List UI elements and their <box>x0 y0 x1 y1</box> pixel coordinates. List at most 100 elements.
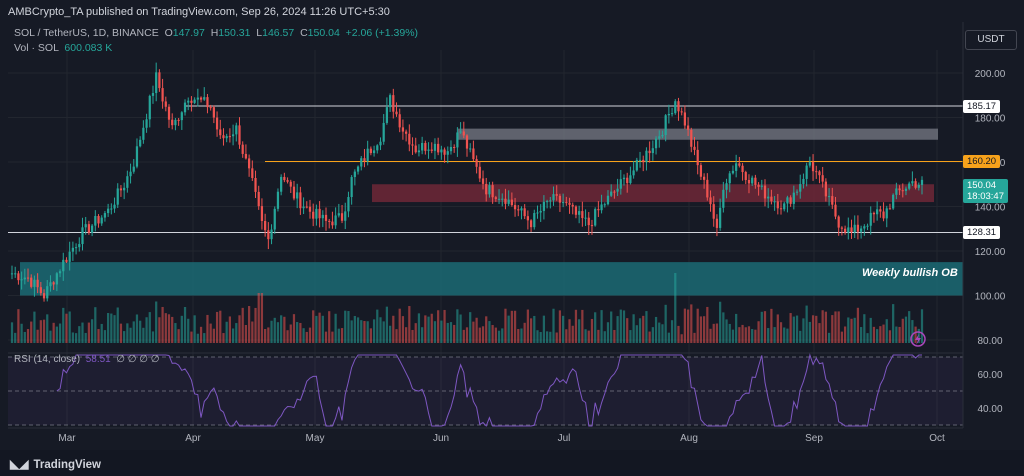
volume-bar-209 <box>680 334 683 343</box>
volume-bar-87 <box>289 324 292 343</box>
volume-bar-4 <box>23 331 26 343</box>
volume-bar-222 <box>722 312 725 343</box>
x-tick-Jul: Jul <box>558 433 571 444</box>
volume-bar-148 <box>485 316 488 343</box>
volume-bar-214 <box>696 308 699 343</box>
volume-bar-202 <box>658 322 661 343</box>
volume-bar-197 <box>642 315 645 343</box>
rsi-label[interactable]: RSI (14, close) <box>14 354 80 365</box>
brand[interactable]: ◣◢ TradingView <box>10 457 101 471</box>
volume-bar-141 <box>462 329 465 343</box>
candle-body-94 <box>312 211 315 219</box>
volume-bar-175 <box>571 325 574 343</box>
volume-legend: Vol · SOL 600.083 K <box>14 42 112 54</box>
volume-bar-69 <box>231 328 235 343</box>
volume-bar-93 <box>308 327 312 343</box>
volume-bar-14 <box>55 326 58 343</box>
volume-bar-92 <box>305 331 308 343</box>
candle-body-184 <box>600 204 603 211</box>
candle-body-215 <box>699 165 703 177</box>
volume-bar-178 <box>581 309 584 343</box>
candle-body-43 <box>148 95 151 120</box>
candle-body-45 <box>155 72 158 94</box>
candle-body-87 <box>289 181 292 187</box>
candle-body-119 <box>392 95 395 112</box>
volume-bar-71 <box>238 315 241 343</box>
volume-bar-1 <box>14 332 17 343</box>
volume-bar-241 <box>783 327 786 343</box>
volume-bar-238 <box>773 327 776 343</box>
volume-bar-276 <box>895 326 898 343</box>
volume-bar-61 <box>206 314 209 343</box>
volume-bar-13 <box>52 322 55 343</box>
volume-bar-219 <box>712 323 715 343</box>
candle-body-5 <box>26 277 30 279</box>
zones <box>20 128 963 296</box>
volume-bar-122 <box>401 316 405 343</box>
candle-body-275 <box>892 194 895 209</box>
candle-body-91 <box>302 206 305 209</box>
candle-body-175 <box>571 204 574 207</box>
candle-body-174 <box>568 202 571 205</box>
volume-bar-265 <box>860 327 863 343</box>
volume-bar-275 <box>892 304 895 343</box>
candle-body-79 <box>264 220 267 231</box>
volume-bar-163 <box>533 315 536 343</box>
candle-body-257 <box>834 204 837 217</box>
candle-body-29 <box>103 213 107 218</box>
volume-bar-220 <box>715 323 719 343</box>
volume-bar-169 <box>552 308 555 343</box>
candle-body-133 <box>437 143 440 153</box>
volume-bar-177 <box>578 319 581 343</box>
candle-body-284 <box>920 179 924 185</box>
volume-bar-259 <box>840 331 844 343</box>
volume-bar-83 <box>276 322 280 343</box>
candle-body-4 <box>23 277 26 280</box>
currency-button[interactable]: USDT <box>965 30 1017 50</box>
volume-bar-8 <box>36 329 39 343</box>
candle-body-200 <box>651 148 654 154</box>
volume-bar-263 <box>853 317 856 343</box>
volume-bar-70 <box>235 323 238 343</box>
volume-bar-42 <box>145 317 148 343</box>
candle-body-272 <box>882 211 885 219</box>
volume-bar-234 <box>760 311 763 343</box>
candle-body-250 <box>811 162 815 172</box>
candle-body-86 <box>286 180 289 182</box>
volume-bar-74 <box>247 306 251 343</box>
candle-body-101 <box>334 215 337 226</box>
candle-body-216 <box>702 176 706 180</box>
volume-bar-121 <box>398 308 401 343</box>
volume-bar-67 <box>225 321 228 343</box>
candle-body-159 <box>520 208 523 211</box>
candle-body-107 <box>353 171 356 178</box>
candle-body-56 <box>190 100 193 103</box>
volume-bar-168 <box>549 331 552 343</box>
volume-bar-170 <box>555 332 558 343</box>
candle-body-93 <box>308 206 312 212</box>
candle-body-152 <box>497 198 501 200</box>
volume-bar-158 <box>517 329 520 343</box>
low-value: 146.57 <box>262 27 295 39</box>
candle-body-206 <box>670 113 674 115</box>
volume-bar-157 <box>513 310 517 343</box>
candle-body-88 <box>292 186 296 199</box>
candle-body-52 <box>177 119 180 121</box>
candle-body-108 <box>356 166 360 172</box>
volume-bar-115 <box>379 317 382 343</box>
candle-body-85 <box>283 176 286 181</box>
candle-body-260 <box>843 228 847 233</box>
candle-body-178 <box>581 211 584 219</box>
volume-bar-88 <box>292 314 296 343</box>
candle-body-1 <box>14 273 17 275</box>
volume-label[interactable]: Vol · SOL <box>14 42 59 54</box>
candle-body-190 <box>619 179 622 189</box>
volume-bar-162 <box>529 318 533 343</box>
candle-body-64 <box>215 117 219 130</box>
candle-body-273 <box>885 208 888 219</box>
symbol-name[interactable]: SOL / TetherUS, 1D, BINANCE <box>14 27 159 39</box>
candle-body-62 <box>209 107 212 109</box>
volume-bar-53 <box>180 315 183 343</box>
volume-bar-114 <box>376 309 379 343</box>
candle-body-134 <box>440 149 443 153</box>
